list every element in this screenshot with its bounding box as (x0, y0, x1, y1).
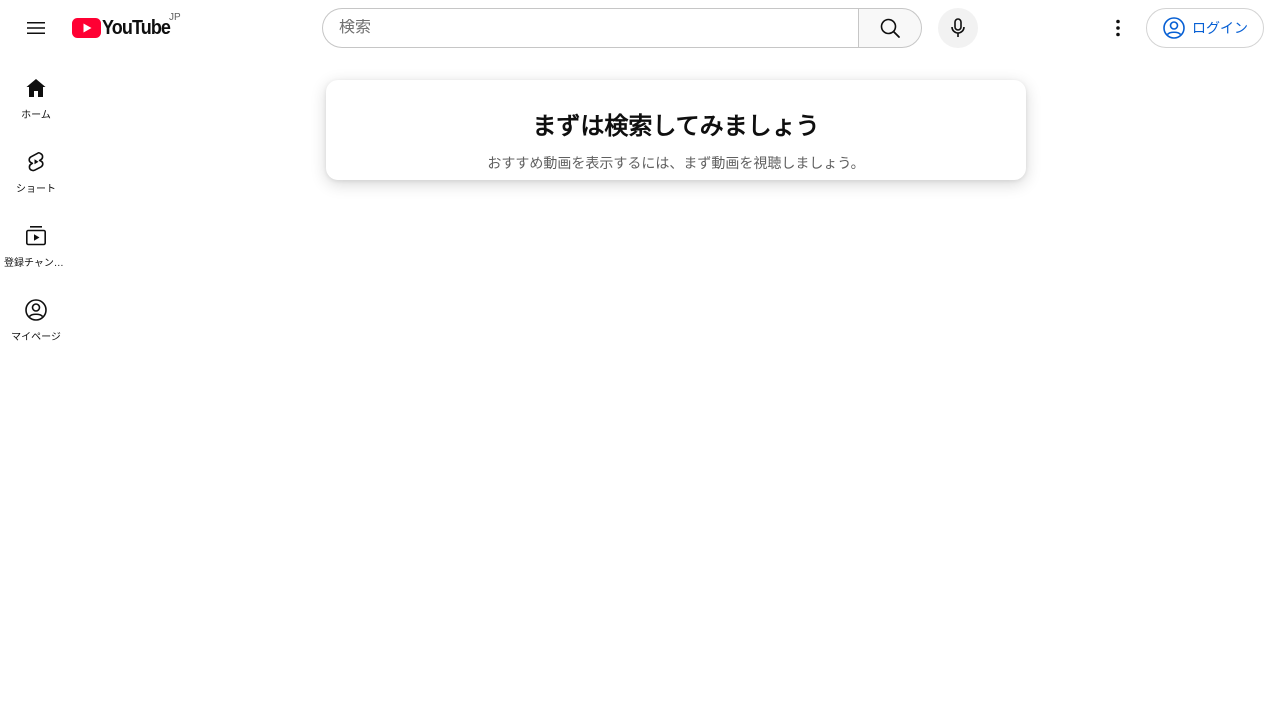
search-button[interactable] (858, 8, 922, 48)
sidebar-item-you[interactable]: マイページ (4, 278, 68, 352)
account-circle-icon (1163, 17, 1185, 39)
home-icon (24, 76, 48, 100)
mic-icon (951, 18, 965, 37)
youtube-logo[interactable]: YouTube (72, 16, 178, 40)
sidebar-item-label: マイページ (11, 332, 61, 343)
sidebar-item-home[interactable]: ホーム (4, 56, 68, 130)
sidebar-item-label: 登録チャンネル (4, 258, 68, 269)
masthead: YouTube JP ログイン (0, 0, 1280, 56)
voice-search-button[interactable] (938, 8, 978, 48)
login-button[interactable]: ログイン (1146, 8, 1264, 48)
sidebar-item-label: ショート (16, 184, 56, 195)
youtube-play-icon (72, 18, 101, 38)
sidebar-item-subscriptions[interactable]: 登録チャンネル (4, 204, 68, 278)
more-vert-icon (1116, 19, 1120, 37)
shorts-icon (24, 150, 48, 174)
sidebar-item-label: ホーム (21, 110, 51, 121)
subscriptions-icon (24, 224, 48, 248)
search-icon (880, 18, 900, 38)
settings-more-button[interactable] (1098, 8, 1138, 48)
you-icon (24, 298, 48, 322)
mini-guide: ホーム ショート 登録チャンネル マイページ (4, 56, 68, 352)
guide-menu-button[interactable] (16, 8, 56, 48)
search-prompt-card: まずは検索してみましょう おすすめ動画を表示するには、まず動画を視聴しましょう。 (326, 80, 1026, 180)
prompt-title: まずは検索してみましょう (532, 113, 820, 140)
country-code: JP (169, 12, 181, 23)
menu-icon (27, 22, 45, 34)
prompt-subtitle: おすすめ動画を表示するには、まず動画を視聴しましょう。 (487, 155, 865, 171)
logo-text: YouTube (102, 16, 171, 39)
search-input[interactable] (339, 19, 859, 37)
sidebar-item-shorts[interactable]: ショート (4, 130, 68, 204)
login-label: ログイン (1192, 20, 1248, 36)
search-box (322, 8, 859, 48)
